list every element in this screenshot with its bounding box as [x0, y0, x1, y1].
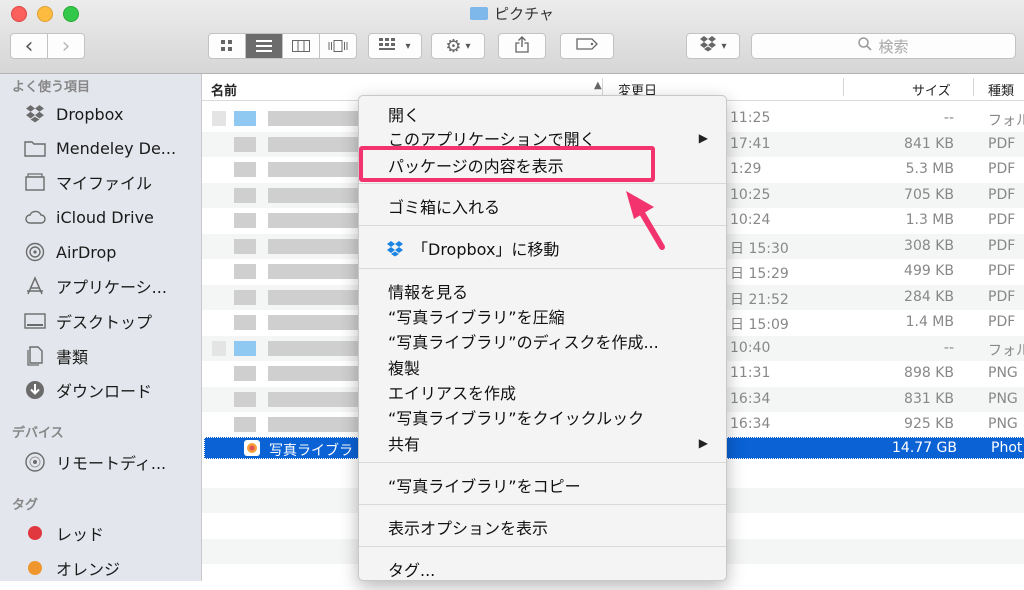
tags-header: タグ — [12, 498, 39, 513]
back-forward-buttons: ‹ › — [10, 33, 85, 59]
menu-item-make-alias[interactable]: エイリアスを作成 — [388, 380, 516, 404]
menu-separator — [359, 546, 726, 547]
sidebar-item-label: iCloud Drive — [56, 207, 154, 227]
applications-icon — [24, 276, 46, 296]
window-title: ピクチャ — [0, 3, 1024, 24]
highlight-box — [359, 146, 655, 182]
orange-tag-dot-icon — [28, 561, 42, 575]
menu-item-duplicate[interactable]: 複製 — [388, 355, 420, 379]
sidebar-item-all-my-files[interactable]: マイファイル — [24, 170, 152, 194]
sidebar-item-dropbox[interactable]: Dropbox — [24, 102, 123, 126]
sidebar-item-label: レッド — [56, 525, 105, 544]
sidebar-item-label: マイファイル — [56, 174, 153, 193]
search-icon — [858, 37, 873, 55]
column-kind-header[interactable]: 種類 — [988, 80, 1014, 99]
sidebar-item-label: デスクトップ — [56, 313, 153, 332]
sidebar-item-documents[interactable]: 書類 — [24, 344, 88, 368]
desktop-icon — [24, 311, 46, 331]
menu-separator — [359, 462, 726, 463]
menu-item-share[interactable]: 共有 — [388, 431, 420, 455]
menu-separator — [359, 268, 726, 269]
chevron-down-icon: ▾ — [405, 40, 411, 52]
arrange-icon — [379, 38, 401, 54]
chevron-down-icon: ▾ — [721, 40, 727, 52]
sidebar-item-label: リモートディ... — [56, 454, 167, 473]
submenu-arrow-icon: ▶ — [698, 436, 708, 450]
folder-icon — [24, 138, 46, 158]
pointer-arrow-icon — [626, 191, 665, 250]
disc-icon — [24, 452, 46, 472]
favorites-header: よく使う項目 — [12, 80, 91, 95]
sidebar-item-tag-orange[interactable]: オレンジ — [24, 556, 120, 580]
sidebar-item-label: AirDrop — [56, 242, 117, 262]
file-name: 写真ライブラ — [269, 443, 353, 459]
menu-item-quick-look[interactable]: “写真ライブラリ”をクイックルック — [388, 405, 644, 429]
list-view-icon[interactable] — [246, 34, 283, 58]
share-button[interactable] — [498, 33, 546, 59]
dropbox-toolbar-button[interactable]: ▾ — [686, 33, 740, 59]
share-icon — [515, 35, 529, 57]
airdrop-icon — [24, 242, 46, 262]
sidebar: よく使う項目 Dropbox Mendeley De... マイファイル iCl… — [0, 74, 202, 581]
dropbox-icon — [699, 36, 717, 56]
menu-item-show-view-options[interactable]: 表示オプションを表示 — [388, 515, 548, 539]
all-my-files-icon — [24, 172, 46, 192]
cloud-icon — [24, 207, 46, 227]
sidebar-item-label: Dropbox — [56, 104, 124, 124]
sidebar-item-label: オレンジ — [56, 560, 121, 579]
action-button[interactable]: ⚙ ▾ — [431, 33, 485, 59]
menu-item-open[interactable]: 開く — [388, 102, 420, 126]
tag-icon — [576, 38, 598, 54]
menu-item-move-to-trash[interactable]: ゴミ箱に入れる — [388, 194, 500, 218]
downloads-icon — [24, 380, 46, 400]
documents-icon — [24, 346, 46, 366]
file-size: 14.77 GB — [892, 440, 957, 456]
sidebar-item-mendeley[interactable]: Mendeley De... — [24, 136, 176, 160]
sidebar-item-tag-red[interactable]: レッド — [24, 521, 104, 545]
view-mode-selector — [208, 33, 357, 59]
sidebar-item-label: アプリケーシ... — [56, 278, 167, 297]
red-tag-dot-icon — [28, 526, 42, 540]
gear-icon: ⚙ — [445, 35, 462, 57]
icon-view-icon[interactable] — [209, 34, 246, 58]
sidebar-item-desktop[interactable]: デスクトップ — [24, 309, 152, 333]
submenu-arrow-icon: ▶ — [698, 131, 708, 145]
window-toolbar: ピクチャ ‹ › ▾ ⚙ ▾ ▾ 検索 — [0, 0, 1024, 74]
photos-library-icon — [243, 439, 261, 461]
search-placeholder: 検索 — [878, 37, 909, 56]
column-view-icon[interactable] — [283, 34, 320, 58]
sidebar-item-label: 書類 — [56, 348, 89, 367]
menu-item-burn-disc[interactable]: “写真ライブラリ”のディスクを作成... — [388, 329, 659, 353]
sidebar-item-remote-disc[interactable]: リモートディ... — [24, 450, 166, 474]
sidebar-item-icloud-drive[interactable]: iCloud Drive — [24, 205, 154, 229]
sort-ascending-icon: ▲ — [594, 80, 602, 91]
sidebar-item-label: Mendeley De... — [56, 138, 177, 158]
back-button[interactable]: ‹ — [11, 34, 48, 58]
menu-separator — [359, 225, 726, 226]
dropbox-icon — [24, 104, 46, 124]
menu-separator — [359, 504, 726, 505]
file-kind: Phot — [991, 440, 1023, 456]
column-name-header[interactable]: 名前 — [211, 80, 237, 99]
dropbox-icon — [386, 241, 404, 261]
menu-item-copy[interactable]: “写真ライブラリ”をコピー — [388, 473, 581, 497]
edit-tags-button[interactable] — [560, 33, 614, 59]
menu-item-compress[interactable]: “写真ライブラリ”を圧縮 — [388, 304, 565, 328]
chevron-down-icon: ▾ — [465, 40, 471, 52]
menu-separator — [359, 183, 726, 184]
folder-icon — [470, 7, 489, 20]
arrange-button[interactable]: ▾ — [368, 33, 422, 59]
sidebar-item-label: ダウンロード — [56, 382, 153, 401]
menu-item-get-info[interactable]: 情報を見る — [388, 279, 468, 303]
column-size-header[interactable]: サイズ — [912, 80, 951, 99]
forward-button[interactable]: › — [48, 34, 84, 58]
sidebar-item-downloads[interactable]: ダウンロード — [24, 378, 152, 402]
devices-header: デバイス — [12, 426, 64, 441]
sidebar-item-applications[interactable]: アプリケーシ... — [24, 274, 167, 298]
sidebar-item-airdrop[interactable]: AirDrop — [24, 240, 116, 264]
search-field[interactable]: 検索 — [751, 33, 1016, 59]
cover-flow-view-icon[interactable] — [320, 34, 356, 58]
menu-item-move-to-dropbox[interactable]: 「Dropbox」に移動 — [386, 236, 559, 261]
menu-item-tags[interactable]: タグ... — [388, 557, 435, 581]
